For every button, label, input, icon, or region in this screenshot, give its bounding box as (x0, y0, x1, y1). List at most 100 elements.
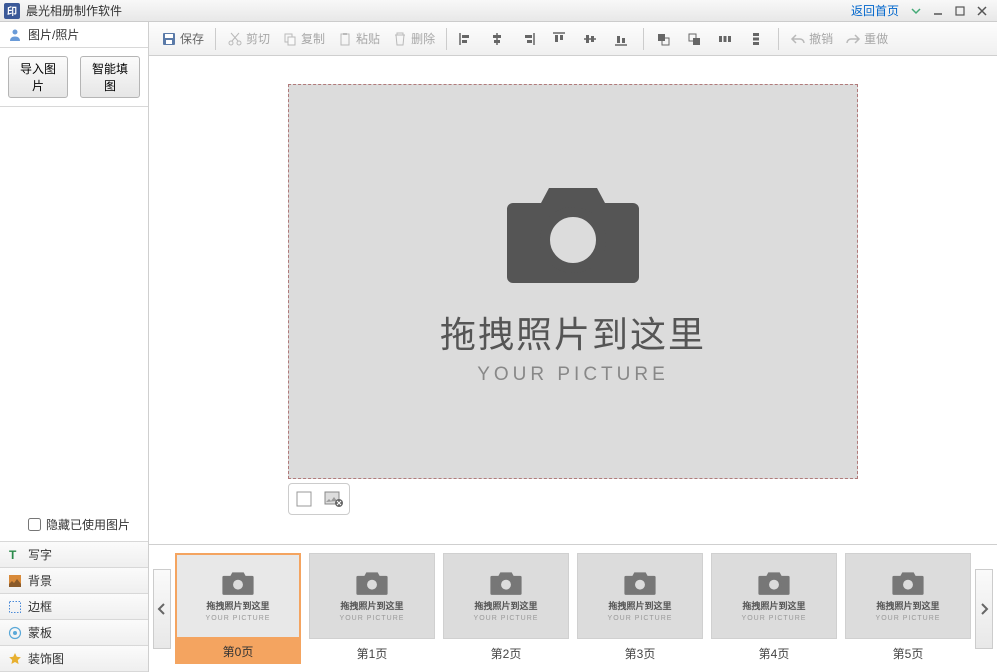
align-center-h-icon (489, 31, 505, 47)
delete-button[interactable]: 删除 (386, 26, 441, 52)
app-icon: 印 (4, 3, 20, 19)
thumb-text: 拖拽照片到这里 (340, 599, 403, 612)
sidebar-tab-border[interactable]: 边框 (0, 594, 148, 620)
maximize-button[interactable] (949, 3, 971, 19)
sidebar-tab-label: 写字 (28, 546, 52, 563)
dropdown-icon[interactable] (905, 3, 927, 19)
page-label: 第2页 (491, 645, 522, 662)
align-top-button[interactable] (545, 26, 576, 52)
drop-text: 拖拽照片到这里 (440, 306, 706, 358)
redo-label: 重做 (864, 30, 888, 47)
canvas-tool-blank[interactable] (293, 488, 315, 510)
page-thumbnail: 拖拽照片到这里 YOUR PICTURE (577, 553, 703, 639)
thumb-text: 拖拽照片到这里 (474, 599, 537, 612)
filmstrip-page-2[interactable]: 拖拽照片到这里 YOUR PICTURE 第2页 (443, 553, 569, 664)
cut-label: 剪切 (246, 30, 270, 47)
sidebar-tab-decor[interactable]: 装饰图 (0, 646, 148, 672)
page-thumbnail: 拖拽照片到这里 YOUR PICTURE (175, 553, 301, 639)
person-icon (8, 28, 22, 42)
camera-icon (757, 570, 791, 596)
drop-subtext: YOUR PICTURE (477, 364, 669, 386)
page-thumbnail: 拖拽照片到这里 YOUR PICTURE (443, 553, 569, 639)
separator (215, 28, 216, 50)
paste-button[interactable]: 粘贴 (331, 26, 386, 52)
close-button[interactable] (971, 3, 993, 19)
save-button[interactable]: 保存 (155, 26, 210, 52)
titlebar: 印 晨光相册制作软件 返回首页 (0, 0, 997, 22)
undo-label: 撤销 (809, 30, 833, 47)
undo-button[interactable]: 撤销 (784, 26, 839, 52)
sidebar-actions: 导入图片 智能填图 (0, 48, 148, 107)
align-top-icon (551, 31, 567, 47)
text-icon: T (8, 548, 22, 562)
filmstrip-page-1[interactable]: 拖拽照片到这里 YOUR PICTURE 第1页 (309, 553, 435, 664)
filmstrip-page-5[interactable]: 拖拽照片到这里 YOUR PICTURE 第5页 (845, 553, 971, 664)
page-label: 第0页 (175, 639, 301, 664)
back-home-link[interactable]: 返回首页 (851, 2, 899, 19)
copy-button[interactable]: 复制 (276, 26, 331, 52)
svg-text:T: T (9, 548, 17, 562)
camera-icon (503, 178, 643, 288)
thumb-sub: YOUR PICTURE (876, 615, 941, 622)
send-back-button[interactable] (680, 26, 711, 52)
sidebar-tab-label: 背景 (28, 572, 52, 589)
bring-front-icon (655, 31, 671, 47)
sidebar-tab-mask[interactable]: 蒙板 (0, 620, 148, 646)
sidebar-tab-photos[interactable]: 图片/照片 (0, 22, 148, 48)
distribute-v-button[interactable] (742, 26, 773, 52)
canvas-area: 拖拽照片到这里 YOUR PICTURE (149, 56, 997, 544)
camera-icon (355, 570, 389, 596)
copy-label: 复制 (301, 30, 325, 47)
thumb-sub: YOUR PICTURE (206, 615, 271, 622)
copy-icon (282, 31, 298, 47)
align-left-button[interactable] (452, 26, 483, 52)
filmstrip-page-4[interactable]: 拖拽照片到这里 YOUR PICTURE 第4页 (711, 553, 837, 664)
filmstrip-page-0[interactable]: 拖拽照片到这里 YOUR PICTURE 第0页 (175, 553, 301, 664)
trash-icon (392, 31, 408, 47)
align-middle-button[interactable] (576, 26, 607, 52)
hide-used-checkbox[interactable] (28, 518, 41, 531)
star-icon (8, 652, 22, 666)
paste-label: 粘贴 (356, 30, 380, 47)
border-icon (8, 600, 22, 614)
distribute-h-button[interactable] (711, 26, 742, 52)
canvas-drop-zone[interactable]: 拖拽照片到这里 YOUR PICTURE (288, 84, 858, 479)
sidebar-tab-text[interactable]: T 写字 (0, 542, 148, 568)
redo-button[interactable]: 重做 (839, 26, 894, 52)
main-area: 保存 剪切 复制 粘贴 删除 (149, 22, 997, 672)
camera-icon (891, 570, 925, 596)
canvas-tools (288, 483, 350, 515)
smart-fill-button[interactable]: 智能填图 (80, 56, 140, 98)
camera-icon (221, 570, 255, 596)
sidebar-tab-label: 图片/照片 (28, 26, 79, 43)
toolbar: 保存 剪切 复制 粘贴 删除 (149, 22, 997, 56)
hide-used-label: 隐藏已使用图片 (46, 516, 130, 533)
thumb-sub: YOUR PICTURE (742, 615, 807, 622)
thumb-sub: YOUR PICTURE (474, 615, 539, 622)
align-middle-icon (582, 31, 598, 47)
bring-front-button[interactable] (649, 26, 680, 52)
thumb-text: 拖拽照片到这里 (206, 599, 269, 612)
align-bottom-icon (613, 31, 629, 47)
undo-icon (790, 31, 806, 47)
import-image-button[interactable]: 导入图片 (8, 56, 68, 98)
hide-used-row: 隐藏已使用图片 (0, 508, 148, 542)
camera-icon (623, 570, 657, 596)
mask-icon (8, 626, 22, 640)
align-center-h-button[interactable] (483, 26, 514, 52)
sidebar-tab-label: 装饰图 (28, 650, 64, 667)
separator (643, 28, 644, 50)
filmstrip-next-button[interactable] (975, 569, 993, 649)
cut-button[interactable]: 剪切 (221, 26, 276, 52)
canvas-tool-image-delete[interactable] (323, 488, 345, 510)
align-bottom-button[interactable] (607, 26, 638, 52)
thumb-text: 拖拽照片到这里 (742, 599, 805, 612)
thumb-sub: YOUR PICTURE (608, 615, 673, 622)
align-right-button[interactable] (514, 26, 545, 52)
filmstrip-page-3[interactable]: 拖拽照片到这里 YOUR PICTURE 第3页 (577, 553, 703, 664)
sidebar-content-area (0, 107, 148, 508)
paste-icon (337, 31, 353, 47)
minimize-button[interactable] (927, 3, 949, 19)
filmstrip-prev-button[interactable] (153, 569, 171, 649)
sidebar-tab-background[interactable]: 背景 (0, 568, 148, 594)
